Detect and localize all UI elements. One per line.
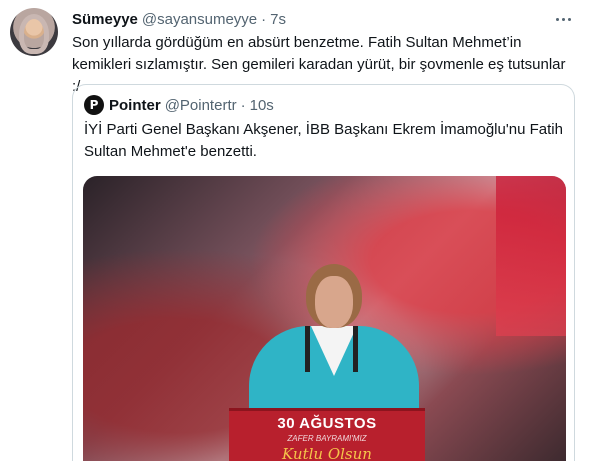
more-dot: [561, 17, 565, 21]
tweet[interactable]: Sümeyye @sayansumeyye · 7s Son yıllarda …: [0, 0, 589, 461]
quoted-tweet[interactable]: P Pointer @Pointertr · 10s İYİ Parti Gen…: [72, 84, 575, 461]
author-handle[interactable]: @sayansumeyye: [142, 11, 257, 28]
pointer-logo-icon: P: [84, 95, 104, 115]
more-options-icon[interactable]: [552, 9, 574, 29]
tweet-header: Sümeyye @sayansumeyye · 7s: [72, 9, 286, 29]
author-name[interactable]: Sümeyye: [72, 11, 138, 28]
quoted-tweet-time: 10s: [249, 96, 274, 114]
speaker-face: [315, 276, 353, 328]
podium: 30 AĞUSTOS ZAFER BAYRAMI'MIZ Kutlu Olsun: [229, 408, 425, 461]
separator-dot: ·: [240, 96, 246, 114]
quoted-tweet-header: P Pointer @Pointertr · 10s: [84, 95, 274, 115]
podium-line-1: 30 AĞUSTOS: [277, 415, 377, 432]
quoted-author-handle: @Pointertr: [164, 96, 237, 114]
avatar-scarf: [19, 14, 49, 54]
podium-line-2: ZAFER BAYRAMI'MIZ: [287, 434, 367, 443]
quoted-author-name: Pointer: [109, 96, 161, 114]
more-dot: [567, 17, 571, 21]
more-dot: [555, 17, 559, 21]
author-avatar[interactable]: [10, 8, 58, 56]
microphone-icon: [305, 326, 310, 372]
background-flag: [496, 176, 566, 336]
quoted-tweet-text: İYİ Parti Genel Başkanı Akşener, İBB Baş…: [84, 121, 563, 160]
podium-line-3: Kutlu Olsun: [282, 445, 372, 461]
video-thumbnail[interactable]: 30 AĞUSTOS ZAFER BAYRAMI'MIZ Kutlu Olsun: [83, 176, 566, 461]
tweet-time[interactable]: 7s: [270, 11, 286, 28]
logo-letter: P: [89, 98, 99, 112]
separator-dot: ·: [261, 10, 267, 28]
microphone-icon: [353, 326, 358, 372]
